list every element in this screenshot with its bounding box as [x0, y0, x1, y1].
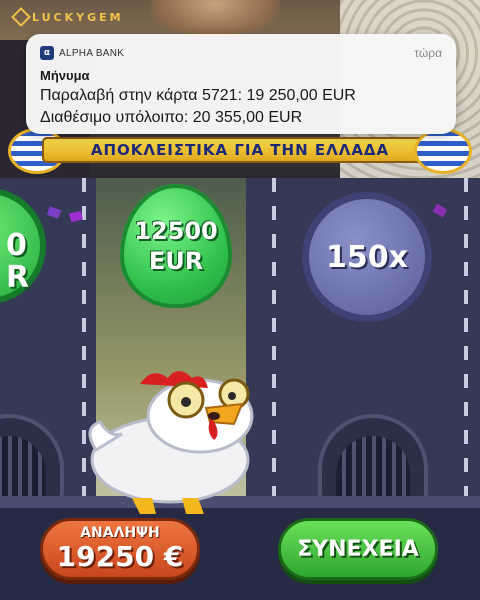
multiplier-coin-right: 150x [302, 192, 432, 322]
chicken-character [88, 371, 254, 514]
confetti-piece [46, 206, 62, 219]
withdraw-button[interactable]: ΑΝΑΛΗΨΗ 19250 € [40, 518, 200, 580]
greek-flag-icon [414, 128, 472, 174]
luckygem-logo-icon [11, 7, 31, 27]
left-coin-text-bottom: R [6, 260, 30, 295]
promo-banner-text: ΑΠΟΚΛΕΙΣΤΙΚΑ ΓΙΑ ΤΗΝ ΕΛΛΑΔΑ [90, 141, 390, 159]
notification-line-balance: Διαθέσιμο υπόλοιπο: 20 355,00 EUR [40, 109, 303, 126]
egg-amount: 12500 [134, 217, 218, 245]
lane-divider [464, 178, 468, 508]
withdraw-amount: 19250 € [56, 540, 184, 573]
brand-logo: LUCKYGEM [11, 7, 124, 27]
continue-label: ΣΥΝΕΧΕΙΑ [297, 536, 419, 562]
confetti-piece [432, 203, 448, 218]
notification-title: Μήνυμα [40, 68, 90, 83]
notification-app-name: ALPHA BANK [59, 47, 125, 59]
withdraw-label: ΑΝΑΛΗΨΗ [80, 525, 160, 541]
continue-button[interactable]: ΣΥΝΕΧΕΙΑ [278, 518, 438, 580]
multiplier-value: 150x [326, 239, 408, 275]
promo-banner: ΑΠΟΚΛΕΙΣΤΙΚΑ ΓΙΑ ΤΗΝ ΕΛΛΑΔΑ [42, 137, 438, 163]
alpha-bank-logo-icon: α [40, 46, 54, 60]
notification-line-received: Παραλαβή στην κάρτα 5721: 19 250,00 EUR [40, 87, 356, 104]
brand-name: LUCKYGEM [32, 10, 124, 24]
multiplier-coin-left: 0 R [0, 188, 46, 304]
left-coin-text-top: 0 [6, 228, 27, 263]
sewer-grate [0, 414, 64, 500]
lane-divider [272, 178, 276, 508]
bank-notification[interactable]: α ALPHA BANK τώρα Μήνυμα Παραλαβή στην κ… [26, 34, 456, 134]
notification-time: τώρα [414, 46, 442, 60]
chicken-road-game: 0 R 12500 EUR 150x ΑΝΑΛΗΨΗ 19250 € ΣΥΝΕΧ… [0, 178, 480, 600]
sewer-grate [318, 414, 428, 500]
confetti-piece [69, 210, 83, 223]
notification-header: α ALPHA BANK τώρα [40, 44, 442, 62]
egg-currency: EUR [148, 247, 204, 275]
